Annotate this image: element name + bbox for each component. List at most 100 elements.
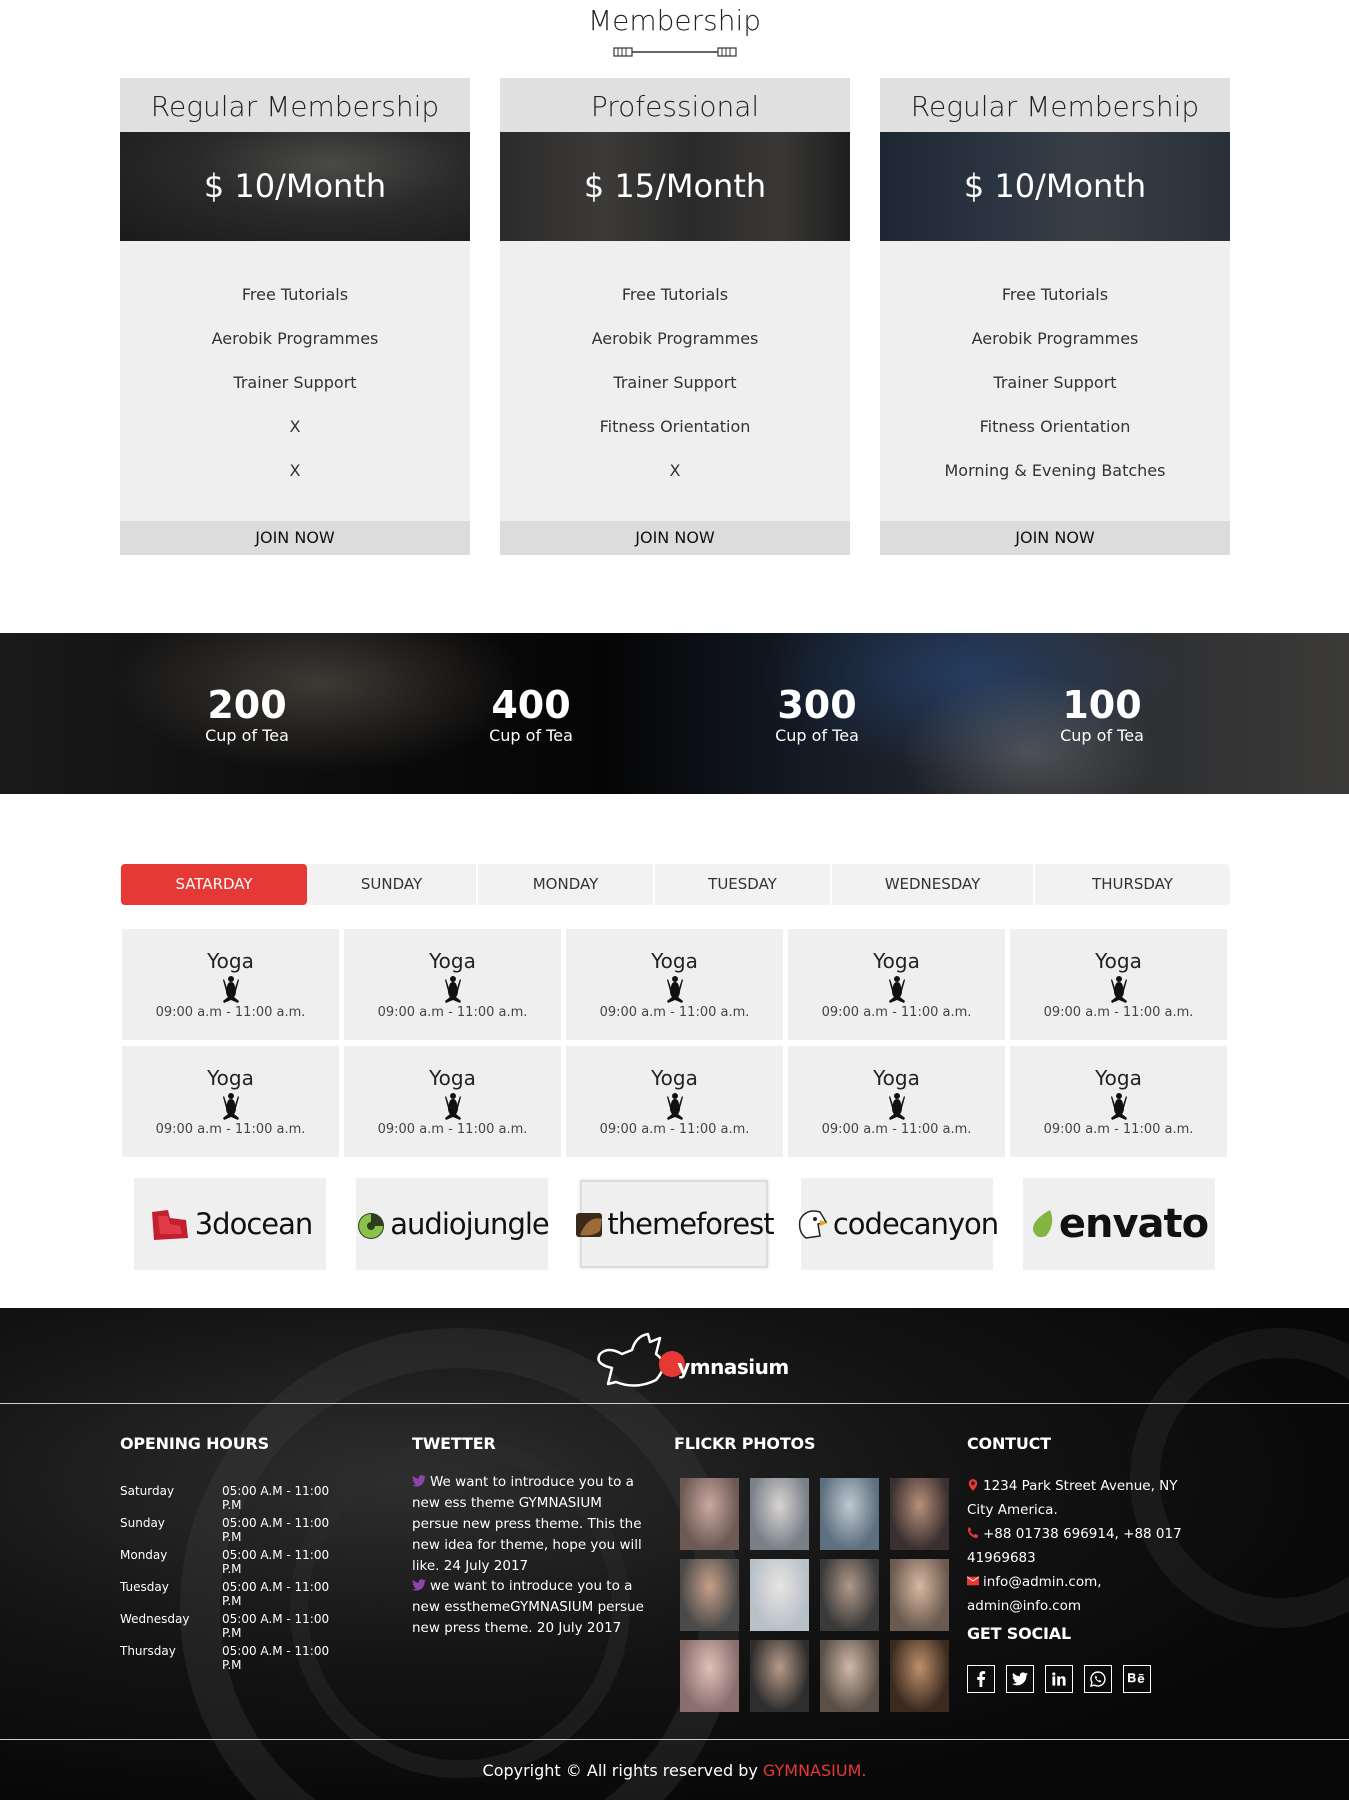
class-card[interactable]: Yoga 09:00 a.m - 11:00 a.m. (122, 1046, 339, 1157)
twitter-icon[interactable] (1006, 1665, 1034, 1693)
yoga-icon (222, 1093, 239, 1120)
phone-text: +88 01738 696914, +88 017 41969683 (967, 1526, 1182, 1566)
hours-day: Saturday (120, 1484, 175, 1498)
plan-feature: Fitness Orientation (599, 417, 751, 436)
hours-day: Monday (120, 1548, 168, 1562)
yoga-icon (444, 976, 461, 1003)
plan-features: Free Tutorials Aerobik Programmes Traine… (500, 241, 850, 524)
tweet-text: we want to introduce you to a new essthe… (412, 1578, 644, 1636)
plan-card: Regular Membership $ 10/Month Free Tutor… (120, 78, 470, 555)
tab-saturday[interactable]: SATARDAY (121, 864, 307, 905)
sponsor-codecanyon[interactable]: codecanyon (798, 1178, 999, 1270)
class-name: Yoga (207, 949, 254, 973)
class-time: 09:00 a.m - 11:00 a.m. (377, 1122, 528, 1137)
class-name: Yoga (873, 949, 920, 973)
linkedin-icon[interactable] (1045, 1665, 1073, 1693)
plan-feature: Free Tutorials (1001, 285, 1109, 304)
hours-row: Saturday 05:00 A.M - 11:00 P.M (120, 1484, 350, 1512)
get-social-title: GET SOCIAL (967, 1624, 1071, 1643)
class-name: Yoga (429, 949, 476, 973)
copyright-brand-link[interactable]: GYMNASIUM. (763, 1761, 867, 1780)
hours-row: Wednesday 05:00 A.M - 11:00 P.M (120, 1612, 350, 1640)
membership-title: Membership (587, 4, 762, 37)
plan-price: $ 15/Month (583, 167, 767, 205)
flickr-photo[interactable] (750, 1478, 809, 1550)
twitter-bird-icon (412, 1579, 426, 1591)
plan-name: Professional Membership (500, 78, 850, 181)
membership-plans: Regular Membership $ 10/Month Free Tutor… (120, 78, 1230, 555)
whatsapp-icon[interactable] (1084, 1665, 1112, 1693)
sponsor-3docean[interactable]: 3docean (134, 1178, 326, 1270)
hours-row: Sunday 05:00 A.M - 11:00 P.M (120, 1516, 350, 1544)
hours-row: Monday 05:00 A.M - 11:00 P.M (120, 1548, 350, 1576)
class-name: Yoga (873, 1066, 920, 1090)
counter-label: Cup of Tea (775, 726, 859, 745)
sponsor-name: 3docean (194, 1207, 314, 1241)
flickr-photo[interactable] (890, 1640, 949, 1712)
hours-time: 05:00 A.M - 11:00 P.M (222, 1516, 330, 1544)
hours-time: 05:00 A.M - 11:00 P.M (222, 1484, 330, 1512)
class-name: Yoga (651, 1066, 698, 1090)
class-name: Yoga (1095, 949, 1142, 973)
join-now-button[interactable]: JOIN NOW (500, 521, 850, 555)
codecanyon-icon (798, 1210, 828, 1239)
counter-value: 100 (1062, 683, 1142, 727)
class-name: Yoga (207, 1066, 254, 1090)
tab-monday[interactable]: MONDAY (478, 864, 655, 905)
plan-feature: Aerobik Programmes (971, 329, 1139, 348)
plan-feature: Trainer Support (993, 373, 1117, 392)
plan-card: Professional Membership $ 15/Month Free … (500, 78, 850, 555)
tweet-text: We want to introduce you to a new ess th… (412, 1474, 642, 1574)
class-card[interactable]: Yoga 09:00 a.m - 11:00 a.m. (566, 929, 783, 1040)
flickr-photo[interactable] (750, 1640, 809, 1712)
flickr-photo[interactable] (890, 1478, 949, 1550)
flickr-photo[interactable] (820, 1478, 879, 1550)
class-card[interactable]: Yoga 09:00 a.m - 11:00 a.m. (788, 1046, 1005, 1157)
class-card[interactable]: Yoga 09:00 a.m - 11:00 a.m. (788, 929, 1005, 1040)
join-now-button[interactable]: JOIN NOW (880, 521, 1230, 555)
twitter-bird-icon (412, 1475, 426, 1487)
flickr-photo[interactable] (820, 1640, 879, 1712)
tab-wednesday[interactable]: WEDNESDAY (832, 864, 1035, 905)
flickr-photo[interactable] (820, 1559, 879, 1631)
class-card[interactable]: Yoga 09:00 a.m - 11:00 a.m. (122, 929, 339, 1040)
counter-item: 200 Cup of Tea (167, 683, 327, 745)
sponsor-name: audiojungle (390, 1207, 549, 1241)
hours-day: Wednesday (120, 1612, 190, 1626)
counter-item: 100 Cup of Tea (1022, 683, 1182, 745)
tab-tuesday[interactable]: TUESDAY (655, 864, 832, 905)
class-card[interactable]: Yoga 09:00 a.m - 11:00 a.m. (344, 1046, 561, 1157)
flickr-photo[interactable] (890, 1559, 949, 1631)
sponsor-themeforest[interactable]: themeforest (576, 1180, 775, 1268)
tab-thursday[interactable]: THURSDAY (1035, 864, 1230, 905)
facebook-icon[interactable] (967, 1665, 995, 1693)
hours-time: 05:00 A.M - 11:00 P.M (222, 1612, 330, 1640)
counter-item: 400 Cup of Tea (451, 683, 611, 745)
behance-icon[interactable] (1123, 1665, 1151, 1693)
plan-feature: X (669, 461, 681, 480)
yoga-icon (1110, 1093, 1127, 1120)
tweet: we want to introduce you to a new essthe… (412, 1576, 652, 1639)
tab-sunday[interactable]: SUNDAY (307, 864, 478, 905)
sponsor-audiojungle[interactable]: audiojungle (356, 1178, 550, 1270)
plan-feature: Aerobik Programmes (211, 329, 379, 348)
flickr-photo[interactable] (680, 1478, 739, 1550)
join-now-button[interactable]: JOIN NOW (120, 521, 470, 555)
envato-leaf-icon (1032, 1210, 1053, 1238)
plan-price: $ 10/Month (963, 167, 1147, 205)
sponsor-envato[interactable]: envato (1023, 1178, 1215, 1270)
dumbbell-divider-icon (613, 47, 737, 57)
flickr-photo[interactable] (750, 1559, 809, 1631)
flickr-photo[interactable] (680, 1559, 739, 1631)
class-time: 09:00 a.m - 11:00 a.m. (155, 1122, 306, 1137)
flickr-photo[interactable] (680, 1640, 739, 1712)
class-card[interactable]: Yoga 09:00 a.m - 11:00 a.m. (1010, 1046, 1227, 1157)
class-card[interactable]: Yoga 09:00 a.m - 11:00 a.m. (1010, 929, 1227, 1040)
class-time: 09:00 a.m - 11:00 a.m. (599, 1122, 750, 1137)
counter-item: 300 Cup of Tea (737, 683, 897, 745)
class-card[interactable]: Yoga 09:00 a.m - 11:00 a.m. (566, 1046, 783, 1157)
class-card[interactable]: Yoga 09:00 a.m - 11:00 a.m. (344, 929, 561, 1040)
sponsor-name: envato (1058, 1201, 1209, 1247)
plan-feature: Fitness Orientation (979, 417, 1131, 436)
class-time: 09:00 a.m - 11:00 a.m. (821, 1122, 972, 1137)
